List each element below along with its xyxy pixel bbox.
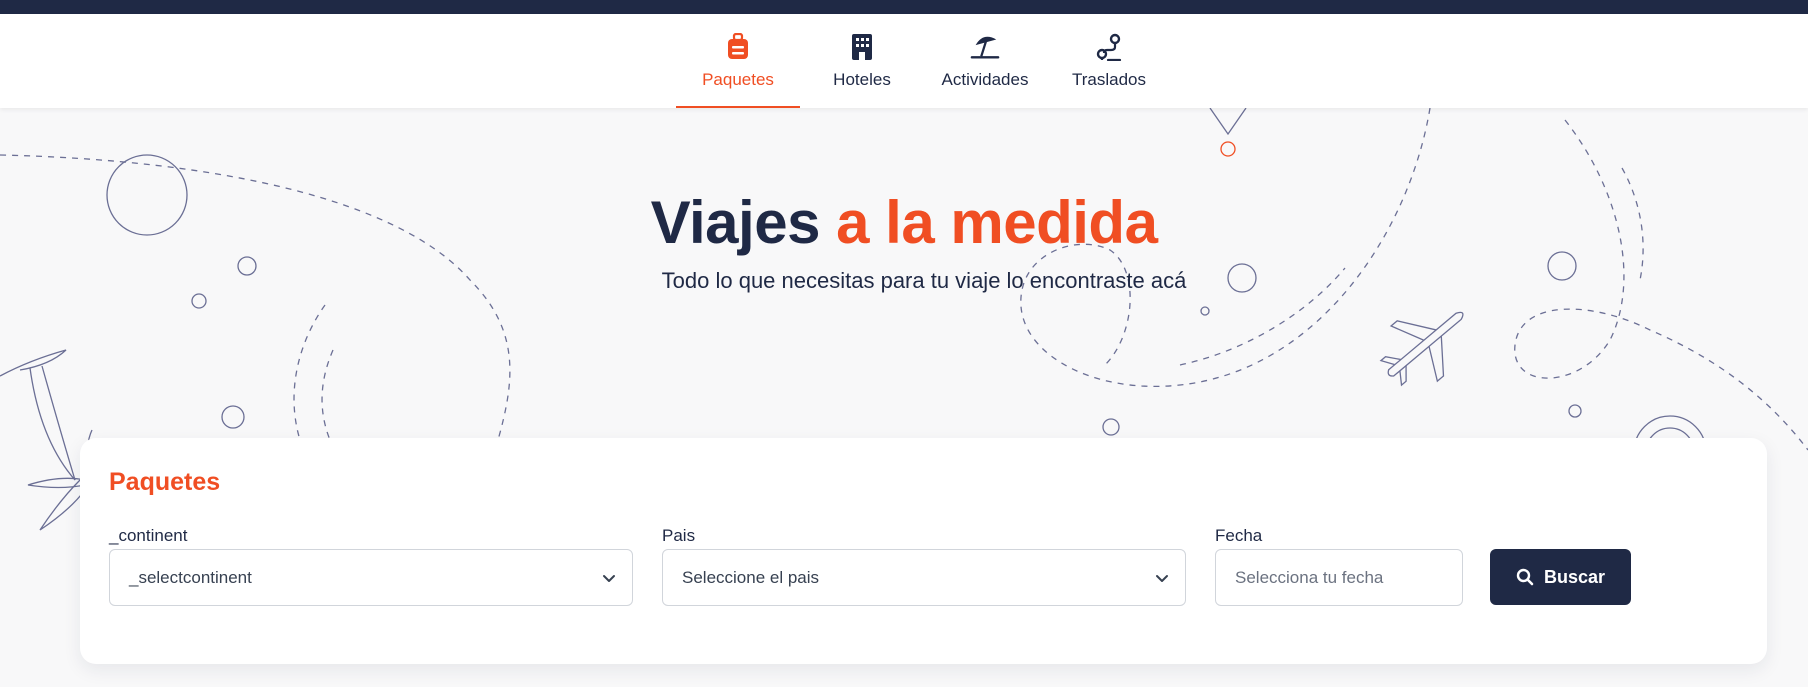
tab-traslados[interactable]: Traslados xyxy=(1058,14,1160,108)
hero-title: Viajes a la medida xyxy=(0,188,1808,257)
route-pin-icon xyxy=(1094,32,1124,62)
search-button-label: Buscar xyxy=(1543,566,1606,587)
hotel-building-icon xyxy=(847,32,877,62)
date-label: Fecha xyxy=(1215,526,1263,545)
tab-paquetes[interactable]: Paquetes xyxy=(676,14,800,108)
package-search-card: Paquetes _continent _selectcontinent Pai… xyxy=(80,438,1767,664)
country-select[interactable]: Seleccione el pais xyxy=(662,549,1186,606)
tab-actividades[interactable]: Actividades xyxy=(932,14,1038,108)
tab-label: Traslados xyxy=(1071,70,1146,89)
tab-label: Actividades xyxy=(941,70,1029,89)
chevron-down-icon xyxy=(1156,575,1168,582)
search-icon xyxy=(1516,568,1534,586)
tab-hoteles[interactable]: Hoteles xyxy=(812,14,912,108)
continent-select[interactable]: _selectcontinent xyxy=(109,549,633,606)
country-label: Pais xyxy=(662,526,696,545)
continent-label: _continent xyxy=(109,526,188,545)
tab-label: Hoteles xyxy=(833,70,891,89)
top-bar xyxy=(0,0,1808,14)
suitcase-icon xyxy=(723,32,753,62)
chevron-down-icon xyxy=(603,575,615,582)
search-button[interactable]: Buscar xyxy=(1490,549,1631,605)
beach-umbrella-icon xyxy=(970,32,1000,62)
hero-title-accent: a la medida xyxy=(836,189,1158,256)
tab-label: Paquetes xyxy=(702,70,774,89)
country-select-value: Seleccione el pais xyxy=(682,567,820,587)
hero-title-main: Viajes xyxy=(650,189,821,256)
date-input[interactable] xyxy=(1215,549,1463,606)
category-nav: Paquetes Hoteles Actividades Traslados xyxy=(0,14,1808,108)
continent-select-value: _selectcontinent xyxy=(129,567,252,587)
search-card-title: Paquetes xyxy=(109,468,221,496)
hero-subtitle: Todo lo que necesitas para tu viaje lo e… xyxy=(661,268,1187,293)
